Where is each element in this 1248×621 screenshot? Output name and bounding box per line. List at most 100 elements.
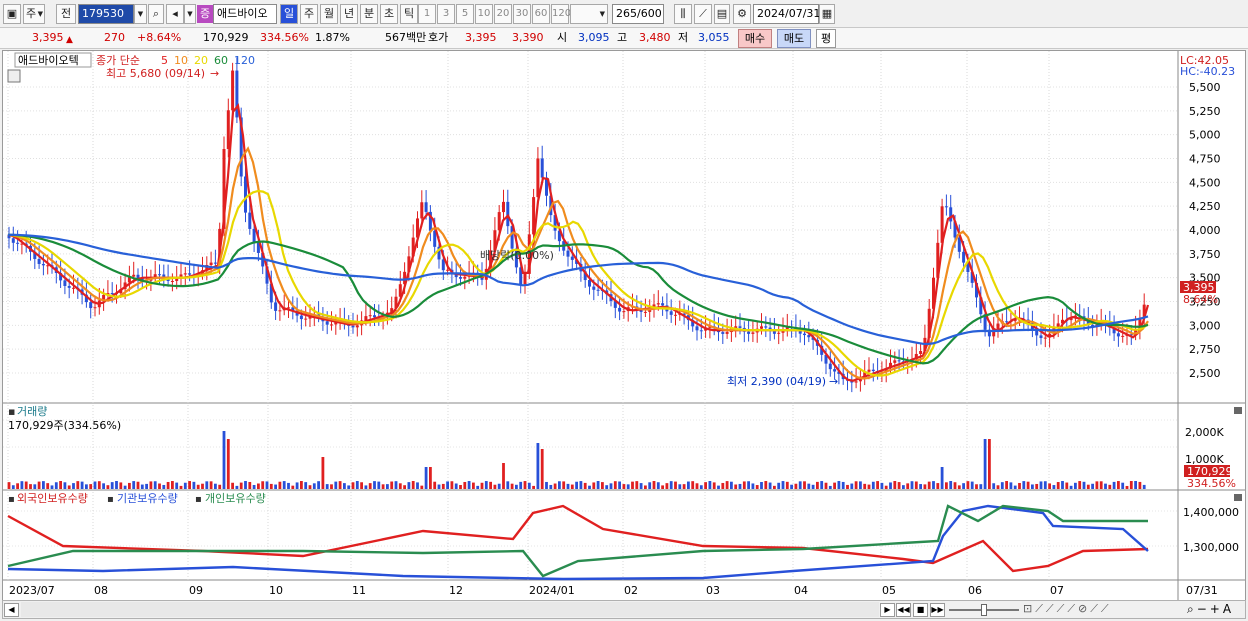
panel-grid-icon[interactable]	[7, 69, 21, 83]
prefix-button[interactable]: 전	[56, 4, 76, 24]
tool-icons[interactable]: ⊡⟋⟋⟋⟋⊘⟋⟋	[1023, 602, 1183, 617]
volume-bar	[966, 481, 970, 489]
candle-body	[231, 70, 235, 111]
interval-120[interactable]: 120	[551, 4, 571, 24]
interval-10[interactable]: 10	[475, 4, 493, 24]
scroll-left-icon[interactable]: ◀	[4, 603, 19, 617]
period-0[interactable]: 일	[280, 4, 298, 24]
stock-name-field[interactable]: 애드바이오	[213, 4, 277, 24]
volume-bar	[364, 485, 368, 489]
x-label: 11	[352, 584, 366, 597]
volume-bar	[149, 481, 153, 489]
date-field[interactable]: 2024/07/31	[753, 4, 820, 24]
period-6[interactable]: 틱	[400, 4, 418, 24]
volume-bar	[454, 483, 458, 489]
candle-body	[72, 287, 75, 289]
volume-bar	[166, 481, 170, 489]
volume-bar	[355, 481, 359, 489]
holding-close-icon[interactable]	[1234, 494, 1242, 501]
candle-body	[777, 332, 781, 334]
volume-bar	[175, 482, 179, 489]
bid-price: 3,390	[512, 31, 544, 44]
speaker-dropdown-icon[interactable]: ▼	[184, 4, 196, 24]
volume-bar	[72, 483, 75, 489]
high-arrow-icon: →	[210, 67, 219, 80]
volume-close-icon[interactable]	[1234, 407, 1242, 414]
interval-custom-select[interactable]: ▼	[570, 4, 608, 24]
window-icon[interactable]: ▣	[3, 4, 21, 24]
volume-bar	[979, 484, 983, 489]
scrollbar-track[interactable]	[21, 602, 879, 617]
code-input[interactable]: 179530	[78, 4, 134, 24]
volume-bar	[33, 484, 37, 489]
interval-20[interactable]: 20	[494, 4, 512, 24]
stop-icon[interactable]: ■	[913, 603, 928, 617]
eval-button[interactable]: 평	[816, 29, 836, 48]
candle-icon[interactable]: ⫼	[674, 4, 692, 24]
period-4[interactable]: 분	[360, 4, 378, 24]
candle-body	[1039, 335, 1043, 339]
interval-1[interactable]: 1	[418, 4, 436, 24]
volume-bar	[626, 484, 630, 489]
volume-bar	[407, 482, 411, 489]
market-select[interactable]: 주 ▼	[23, 4, 45, 24]
toolbar: ▣ 주 ▼ 전 179530 ▼ ⌕ ◂ ▼ 증 애드바이오 일주월년분초틱 13…	[0, 0, 1248, 28]
code-dropdown-icon[interactable]: ▼	[134, 4, 147, 24]
vol-tick-2000k: 2,000K	[1185, 426, 1224, 439]
interval-3[interactable]: 3	[437, 4, 455, 24]
volume-bar	[704, 482, 707, 489]
volume-bar	[613, 481, 617, 489]
forward-icon[interactable]: ▶▶	[930, 603, 945, 617]
speaker-icon[interactable]: ◂	[166, 4, 184, 24]
volume-bar	[506, 481, 510, 489]
search-icon[interactable]: ⌕	[148, 4, 164, 24]
candle-body	[618, 307, 622, 312]
volume-bar	[278, 481, 282, 489]
volume-bar	[665, 483, 669, 489]
volume-bar	[459, 484, 462, 489]
volume-bar	[510, 483, 514, 489]
period-5[interactable]: 초	[380, 4, 398, 24]
calendar-icon[interactable]: ▦	[819, 4, 835, 24]
volume-bar	[738, 483, 742, 489]
sell-button[interactable]: 매도	[777, 29, 811, 48]
individual-line	[7, 504, 1148, 578]
volume-bar	[76, 481, 80, 489]
volume-bar	[1142, 484, 1146, 489]
volume-bar	[764, 481, 768, 489]
volume-bar	[209, 481, 213, 489]
scroll-right-icon[interactable]: ▶	[880, 603, 895, 617]
volume-bar	[734, 484, 738, 489]
candle-body	[226, 110, 230, 150]
y-tick: 4,000	[1189, 224, 1221, 237]
rewind-icon[interactable]: ◀◀	[896, 603, 911, 617]
count-field[interactable]: 265/600	[612, 4, 664, 24]
interval-60[interactable]: 60	[532, 4, 550, 24]
zoom-slider-thumb[interactable]	[981, 604, 987, 616]
interval-30[interactable]: 30	[513, 4, 531, 24]
volume-bar	[1112, 481, 1116, 489]
volume-bar	[876, 481, 879, 489]
draw-line-icon[interactable]: ⟋	[694, 4, 712, 24]
save-icon[interactable]: ▤	[714, 4, 730, 24]
volume-bar	[467, 481, 471, 489]
chart-area[interactable]: 애드바이오텍 종가 단순 5 10 20 60 120 최고 5,680 (09/14)…	[2, 50, 1246, 601]
holding-box-icon-3: ▪	[195, 494, 202, 505]
buy-button[interactable]: 매수	[738, 29, 772, 48]
interval-5[interactable]: 5	[456, 4, 474, 24]
volume-bar	[317, 481, 320, 489]
candle-body	[41, 263, 45, 266]
candle-body	[695, 326, 699, 331]
volume-title: 거래량	[17, 405, 47, 418]
period-1[interactable]: 주	[300, 4, 318, 24]
period-2[interactable]: 월	[320, 4, 338, 24]
volume-bar	[1086, 484, 1090, 489]
candle-body	[798, 330, 802, 334]
chart-svg[interactable]: 애드바이오텍 종가 단순 5 10 20 60 120 최고 5,680 (09/14)…	[3, 51, 1245, 600]
zoom-icons[interactable]: ⌕−+A	[1187, 601, 1245, 617]
volume-bar	[373, 481, 376, 489]
gear-icon[interactable]: ⚙	[733, 4, 751, 24]
volume-bar	[394, 481, 398, 489]
period-3[interactable]: 년	[340, 4, 358, 24]
volume-bar	[1082, 481, 1086, 489]
